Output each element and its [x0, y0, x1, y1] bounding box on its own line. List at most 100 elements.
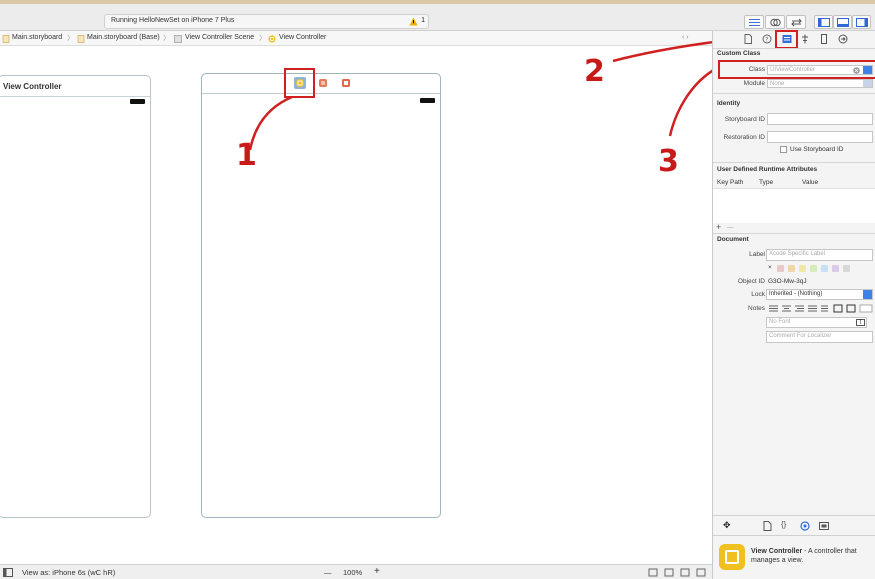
label-color-picker[interactable]: ×: [768, 264, 858, 273]
layout-tools-icon[interactable]: [648, 568, 708, 577]
add-attribute-button[interactable]: +: [716, 222, 721, 232]
crumb-view-controller[interactable]: View Controller: [279, 34, 326, 41]
file-template-icon[interactable]: [763, 521, 772, 531]
media-library-icon[interactable]: [819, 521, 829, 531]
activity-viewer: Running HelloNewSet on iPhone 7 Plus 1: [104, 14, 429, 29]
notes-label: Notes: [748, 305, 765, 312]
chevron-right-icon: 〉: [259, 35, 266, 42]
notes-formatting-icons[interactable]: [768, 304, 874, 313]
battery-icon: [420, 98, 435, 103]
runtime-attributes-table[interactable]: [713, 189, 875, 223]
identity-title: Identity: [717, 100, 741, 107]
color-swatch[interactable]: [843, 265, 850, 272]
chevron-down-icon[interactable]: [863, 80, 872, 87]
crumb-main-storyboard-base[interactable]: Main.storyboard (Base): [87, 34, 160, 41]
left-view-controller-scene[interactable]: View Controller: [0, 75, 151, 518]
lock-label: Lock: [751, 291, 765, 298]
xcode-label-field[interactable]: Xcode Specific Label: [766, 249, 873, 261]
first-responder-icon[interactable]: [318, 78, 328, 88]
library-tabs: ✥ {}: [713, 515, 875, 535]
rings-icon: [770, 18, 781, 27]
color-swatch[interactable]: [788, 265, 795, 272]
divider: [713, 162, 875, 163]
scene-dock: [202, 74, 440, 94]
color-swatch[interactable]: [821, 265, 828, 272]
code-snippet-icon[interactable]: {}: [781, 520, 786, 529]
size-inspector-icon[interactable]: [819, 34, 829, 44]
divider: [713, 93, 875, 94]
color-swatch[interactable]: [799, 265, 806, 272]
warning-icon[interactable]: [409, 17, 418, 26]
font-field[interactable]: No Font T: [766, 317, 867, 328]
color-swatch[interactable]: [810, 265, 817, 272]
zoom-in-button[interactable]: +: [374, 566, 380, 577]
annotation-number-2: 2: [584, 54, 605, 89]
annotation-box-class-field: [718, 60, 875, 79]
storyboard-id-field[interactable]: [767, 113, 873, 125]
font-picker-icon[interactable]: T: [856, 319, 865, 326]
assistant-editor-button[interactable]: [765, 15, 785, 29]
navigator-toggle-button[interactable]: [814, 15, 833, 29]
inspector-panel: ? Custom Class Class UIViewController Mo…: [712, 30, 875, 579]
use-storyboard-id-label: Use Storyboard ID: [790, 146, 844, 153]
library-item-view-controller[interactable]: View Controller - A controller that mana…: [713, 535, 875, 579]
view-as-label[interactable]: View as: iPhone 6s (wC hR): [22, 568, 115, 577]
object-id-value: G3O-Mw-3qJ: [768, 278, 807, 285]
document-outline-icon[interactable]: [3, 568, 13, 577]
annotation-number-3: 3: [658, 144, 679, 179]
debug-toggle-button[interactable]: [833, 15, 852, 29]
clear-color-icon[interactable]: ×: [768, 264, 772, 271]
divider: [713, 48, 875, 49]
color-swatch[interactable]: [777, 265, 784, 272]
standard-editor-button[interactable]: [744, 15, 764, 29]
crumb-view-controller-scene[interactable]: View Controller Scene: [185, 34, 254, 41]
restoration-id-label: Restoration ID: [723, 134, 765, 141]
font-placeholder: No Font: [769, 319, 791, 325]
storyboard-file-icon: [77, 35, 85, 43]
lock-popup[interactable]: Inherited - (Nothing): [766, 289, 873, 300]
library-item-name: View Controller: [751, 548, 803, 555]
pin-icon[interactable]: ✥: [723, 520, 731, 531]
help-inspector-icon[interactable]: ?: [762, 34, 772, 44]
label-label: Label: [749, 251, 765, 258]
restoration-id-field[interactable]: [767, 131, 873, 143]
activity-text: Running HelloNewSet on iPhone 7 Plus: [111, 17, 235, 24]
connections-inspector-icon[interactable]: [838, 34, 848, 44]
localizer-comment-field[interactable]: Comment For Localizer: [766, 331, 873, 343]
file-inspector-icon[interactable]: [743, 34, 753, 44]
crumb-main-storyboard[interactable]: Main.storyboard: [12, 34, 62, 41]
module-label: Module: [743, 80, 765, 87]
battery-icon: [130, 99, 145, 104]
storyboard-id-label: Storyboard ID: [724, 116, 765, 123]
object-id-label: Object ID: [737, 278, 765, 285]
attributes-inspector-icon[interactable]: [800, 34, 810, 44]
column-value: Value: [802, 179, 819, 186]
arrows-icon: [791, 18, 802, 27]
scene-divider: [0, 96, 150, 97]
use-storyboard-id-checkbox[interactable]: [780, 146, 787, 153]
toolbar: Running HelloNewSet on iPhone 7 Plus 1: [0, 4, 875, 31]
annotation-box-vc-icon: [284, 68, 315, 98]
column-key-path: Key Path: [717, 179, 744, 186]
color-swatch[interactable]: [832, 265, 839, 272]
column-type: Type: [759, 179, 774, 186]
storyboard-file-icon: [2, 35, 10, 43]
remove-attribute-button[interactable]: —: [727, 224, 734, 231]
chevron-down-icon[interactable]: [863, 290, 872, 299]
left-panel-icon: [818, 18, 830, 27]
zoom-out-button[interactable]: —: [324, 568, 332, 577]
exit-icon[interactable]: [341, 78, 351, 88]
annotation-number-1: 1: [236, 138, 257, 173]
bottom-panel-icon: [837, 18, 849, 27]
annotation-box-identity-tab: [775, 30, 798, 49]
lines-icon: [749, 19, 760, 26]
custom-class-title: Custom Class: [717, 50, 761, 57]
utilities-toggle-button[interactable]: [852, 15, 871, 29]
view-controller-icon: [719, 544, 745, 570]
module-placeholder: None: [770, 81, 785, 87]
module-field[interactable]: None: [767, 79, 873, 88]
chevron-right-icon: 〉: [67, 35, 74, 42]
version-editor-button[interactable]: [786, 15, 806, 29]
view-controller-icon: [268, 35, 276, 43]
object-library-icon[interactable]: [800, 521, 810, 531]
